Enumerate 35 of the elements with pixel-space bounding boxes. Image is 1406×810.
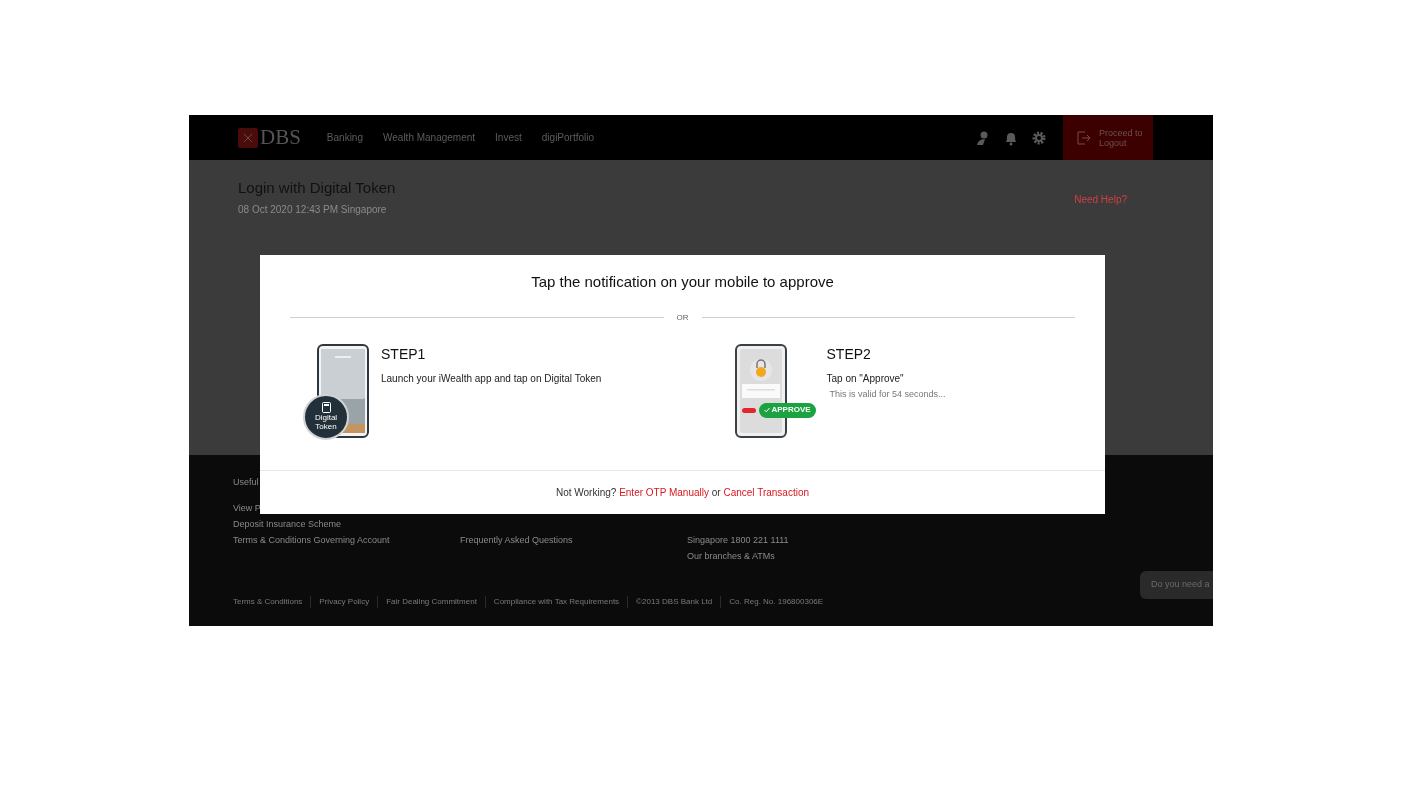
settings-icon[interactable] xyxy=(1031,129,1047,146)
logout-button[interactable]: Proceed to Logout xyxy=(1063,115,1153,160)
dialog-title: Tap the notification on your mobile to approve xyxy=(530,272,835,292)
step-instruction: Tap on "Approve" xyxy=(826,371,905,386)
legal-link[interactable]: Compliance with Tax Requirements xyxy=(484,596,628,608)
footer-link[interactable]: Terms & Conditions Governing Account xyxy=(233,533,460,546)
step-instruction: Launch your iWealth app and tap on Digital Token xyxy=(381,371,602,386)
footer-heading: Useful xyxy=(233,476,260,489)
legal-link[interactable]: Co. Reg. No. 196800306E xyxy=(720,596,832,608)
legal-link[interactable]: ©2013 DBS Bank Ltd xyxy=(627,596,721,608)
nav-link[interactable]: Invest xyxy=(495,130,522,145)
step-heading: STEP1 xyxy=(381,344,427,363)
footer-link[interactable]: Deposit Insurance Scheme xyxy=(233,517,460,530)
help-sentence: Not Working? Enter OTP Manually or Cancel Transaction xyxy=(555,486,810,500)
step-heading: STEP2 xyxy=(826,344,872,363)
help-link[interactable]: Need Help? xyxy=(1074,192,1127,207)
nav-link[interactable]: Wealth Management xyxy=(383,130,476,145)
token-badge: Digital Token xyxy=(303,393,349,440)
footer-link[interactable]: Singapore 1800 221 1111 xyxy=(687,534,914,546)
check-icon xyxy=(763,407,770,413)
footer-link[interactable]: Frequently Asked Questions xyxy=(460,534,687,546)
footer-link[interactable]: Our branches & ATMs xyxy=(687,550,914,562)
timestamp: 08 Oct 2020 12:43 PM Singapore xyxy=(238,202,388,217)
enter-otp-link[interactable]: Enter OTP Manually xyxy=(619,487,709,498)
nav-link[interactable]: digiPortfolio xyxy=(541,130,595,145)
validity-note: This is valid for 54 seconds... xyxy=(828,387,946,401)
cancel-transaction-link[interactable]: Cancel Transaction xyxy=(723,487,810,498)
logout-icon xyxy=(1077,130,1091,145)
legal-link[interactable]: Fair Dealing Commitment xyxy=(377,596,485,608)
or-separator: OR xyxy=(675,311,690,324)
logo-mark-icon xyxy=(238,127,258,148)
legal-link[interactable]: Terms & Conditions xyxy=(233,596,311,608)
nav-link[interactable]: Banking xyxy=(326,130,363,145)
legal-link[interactable]: Privacy Policy xyxy=(310,596,378,608)
bank-logo[interactable]: DBS xyxy=(238,127,301,148)
